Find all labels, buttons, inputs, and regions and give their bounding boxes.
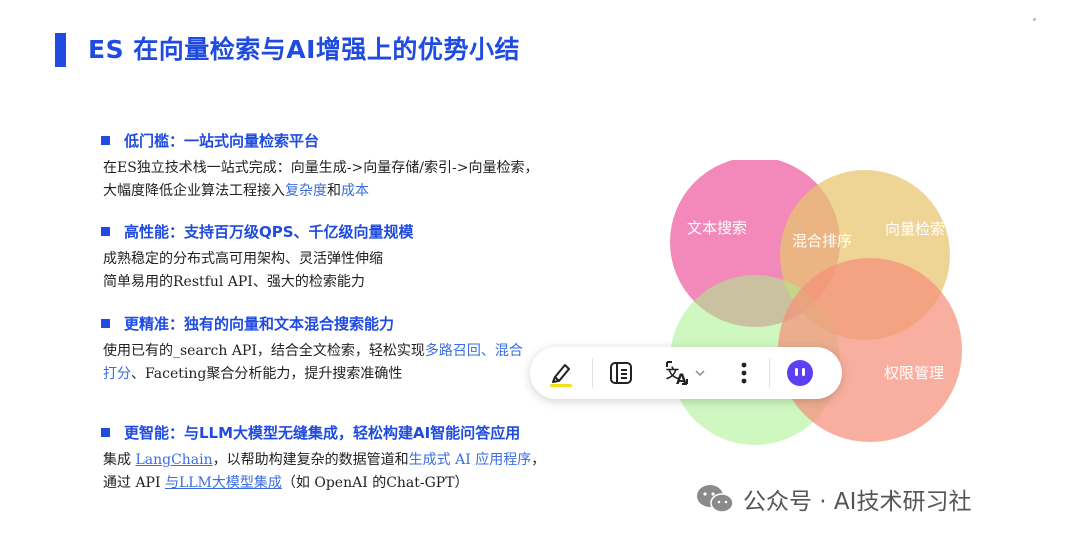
- venn-label-vector-search: 向量检索: [885, 220, 945, 238]
- section-text: 、Faceting聚合分析能力，提升搜索准确性: [131, 366, 403, 382]
- more-button[interactable]: [719, 347, 769, 399]
- floating-toolbar: 文 A: [530, 347, 842, 399]
- translate-icon: 文 A: [666, 361, 688, 388]
- notes-icon: [610, 362, 632, 384]
- link-multi-recall[interactable]: 多路召回、混合: [425, 343, 523, 359]
- section-heading: 更智能：与LLM大模型无缝集成，轻松构建AI智能问答应用: [124, 424, 521, 442]
- bullet-square-icon: [101, 428, 110, 437]
- watermark: 公众号 · AI技术研习社: [695, 482, 971, 516]
- more-icon: [741, 362, 747, 384]
- link-complexity[interactable]: 复杂度: [285, 183, 327, 199]
- section-text: 大幅度降低企业算法工程接入: [103, 183, 285, 199]
- section-heading: 低门槛：一站式向量检索平台: [124, 132, 320, 150]
- bullet-square-icon: [101, 227, 110, 236]
- bullet-square-icon: [101, 136, 110, 145]
- venn-label-hybrid-rank: 混合排序: [792, 232, 852, 250]
- section-text: 集成: [103, 452, 136, 468]
- decor-dot: [1033, 18, 1036, 21]
- section-smarter: 更智能：与LLM大模型无缝集成，轻松构建AI智能问答应用 集成 LangChai…: [101, 422, 643, 495]
- link-cost[interactable]: 成本: [341, 183, 369, 199]
- assistant-button[interactable]: [770, 347, 830, 399]
- chevron-down-icon[interactable]: [694, 367, 706, 379]
- watermark-text: 公众号 · AI技术研习社: [743, 489, 972, 515]
- page-title: ES 在向量检索与AI增强上的优势小结: [88, 35, 520, 64]
- highlighter-icon: [550, 364, 572, 387]
- title-accent-bar: [55, 33, 66, 67]
- section-line: 在ES独立技术栈一站式完成：向量生成->向量存储/索引->向量检索，: [103, 160, 539, 176]
- link-langchain[interactable]: LangChain: [135, 452, 212, 468]
- section-text: 通过 API: [103, 475, 165, 491]
- translate-button[interactable]: 文 A: [649, 347, 719, 399]
- section-line: 成熟稳定的分布式高可用架构、灵活弹性伸缩: [103, 251, 383, 267]
- section-low-barrier: 低门槛：一站式向量检索平台 在ES独立技术栈一站式完成：向量生成->向量存储/索…: [101, 130, 643, 203]
- svg-text:A: A: [676, 372, 687, 388]
- venn-diagram: 文本搜索 混合排序 向量检索 权限管理: [670, 160, 962, 445]
- venn-label-permission: 权限管理: [884, 364, 944, 382]
- section-text: 使用已有的_search API，结合全文检索，轻松实现: [103, 343, 425, 359]
- section-text: （如 OpenAI 的Chat-GPT）: [281, 475, 469, 491]
- assistant-icon: [787, 360, 813, 386]
- highlight-button[interactable]: [530, 347, 592, 399]
- section-heading: 高性能：支持百万级QPS、千亿级向量规模: [124, 223, 414, 241]
- link-scoring[interactable]: 打分: [103, 366, 131, 382]
- link-llm-integration[interactable]: 与LLM大模型集成: [165, 475, 282, 491]
- slide: ES 在向量检索与AI增强上的优势小结 低门槛：一站式向量检索平台 在ES独立技…: [0, 0, 1080, 543]
- bullet-square-icon: [101, 319, 110, 328]
- section-high-performance: 高性能：支持百万级QPS、千亿级向量规模 成熟稳定的分布式高可用架构、灵活弹性伸…: [101, 221, 643, 294]
- section-heading: 更精准：独有的向量和文本混合搜索能力: [124, 315, 395, 333]
- link-genai-apps[interactable]: 生成式 AI 应用程序: [409, 452, 532, 468]
- section-line: 简单易用的Restful API、强大的检索能力: [103, 274, 365, 290]
- notes-button[interactable]: [593, 347, 649, 399]
- section-text: ，以帮助构建复杂的数据管道和: [212, 452, 409, 468]
- venn-label-text-search: 文本搜索: [687, 219, 747, 237]
- wechat-icon: [697, 485, 734, 513]
- section-text: 和: [327, 183, 341, 199]
- section-text: ，: [531, 452, 546, 468]
